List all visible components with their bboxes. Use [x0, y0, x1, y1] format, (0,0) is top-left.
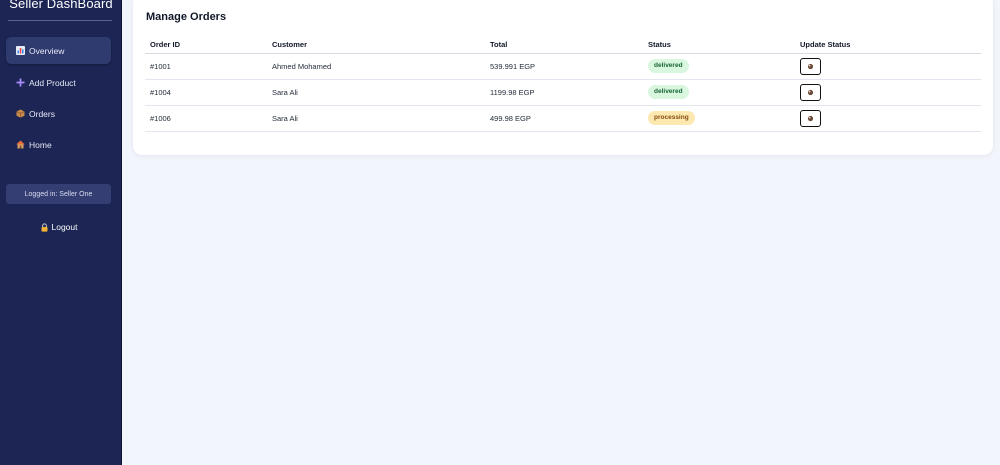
total-cell: 539.991 EGP: [485, 53, 643, 80]
sidebar-item-home[interactable]: Home: [6, 131, 111, 158]
update-status-button[interactable]: [800, 57, 821, 75]
status-badge: processing: [648, 111, 695, 125]
page-title: Manage Orders: [146, 11, 227, 23]
refresh-icon: [807, 89, 814, 95]
total-cell: 499.98 EGP: [485, 105, 643, 132]
column-header-customer: Customer: [267, 36, 485, 54]
brand-title: Seller DashBoard: [9, 0, 113, 11]
order-id-cell: #1004: [145, 79, 267, 106]
sidebar-item-orders[interactable]: Orders: [6, 100, 111, 127]
total-cell: 1199.98 EGP: [485, 79, 643, 106]
sidebar-item-label: Overview: [29, 45, 65, 56]
customer-cell: Ahmed Mohamed: [267, 53, 485, 80]
table-row: #1004 Sara Ali 1199.98 EGP delivered: [145, 79, 981, 106]
status-cell: delivered: [643, 79, 795, 106]
column-header-total: Total: [485, 36, 643, 54]
status-cell: delivered: [643, 53, 795, 80]
home-icon: [16, 140, 25, 149]
sidebar-item-label: Orders: [29, 108, 55, 119]
order-id-cell: #1001: [145, 53, 267, 80]
lock-icon: [40, 222, 49, 232]
sidebar: Seller DashBoard Overview Add Product Or…: [0, 0, 122, 465]
column-header-order-id: Order ID: [145, 36, 267, 54]
box-icon: [16, 109, 25, 118]
update-status-button[interactable]: [800, 109, 821, 127]
update-status-cell: [795, 105, 981, 132]
logout-label: Logout: [51, 222, 78, 232]
orders-card: Manage Orders Order ID Customer Total St…: [133, 0, 993, 155]
update-status-cell: [795, 79, 981, 106]
plus-icon: [16, 78, 25, 87]
logged-in-status: Logged in: Seller One: [6, 184, 111, 204]
customer-cell: Sara Ali: [267, 105, 485, 132]
orders-table: Order ID Customer Total Status Update St…: [145, 36, 981, 132]
logout-button[interactable]: Logout: [6, 218, 111, 236]
refresh-icon: [807, 63, 814, 69]
order-id-cell: #1006: [145, 105, 267, 132]
status-badge: delivered: [648, 59, 689, 73]
sidebar-item-label: Add Product: [29, 77, 76, 88]
column-header-status: Status: [643, 36, 795, 54]
brand-divider: [8, 20, 112, 21]
status-badge: delivered: [648, 85, 689, 99]
status-cell: processing: [643, 105, 795, 132]
table-row: #1001 Ahmed Mohamed 539.991 EGP delivere…: [145, 53, 981, 80]
sidebar-item-label: Home: [29, 139, 52, 150]
table-header-row: Order ID Customer Total Status Update St…: [145, 36, 981, 54]
update-status-cell: [795, 53, 981, 80]
sidebar-item-overview[interactable]: Overview: [6, 37, 111, 64]
chart-icon: [16, 46, 25, 55]
table-row: #1006 Sara Ali 499.98 EGP processing: [145, 105, 981, 132]
column-header-update-status: Update Status: [795, 36, 981, 54]
sidebar-item-add-product[interactable]: Add Product: [6, 69, 111, 96]
customer-cell: Sara Ali: [267, 79, 485, 106]
update-status-button[interactable]: [800, 83, 821, 101]
refresh-icon: [807, 115, 814, 121]
